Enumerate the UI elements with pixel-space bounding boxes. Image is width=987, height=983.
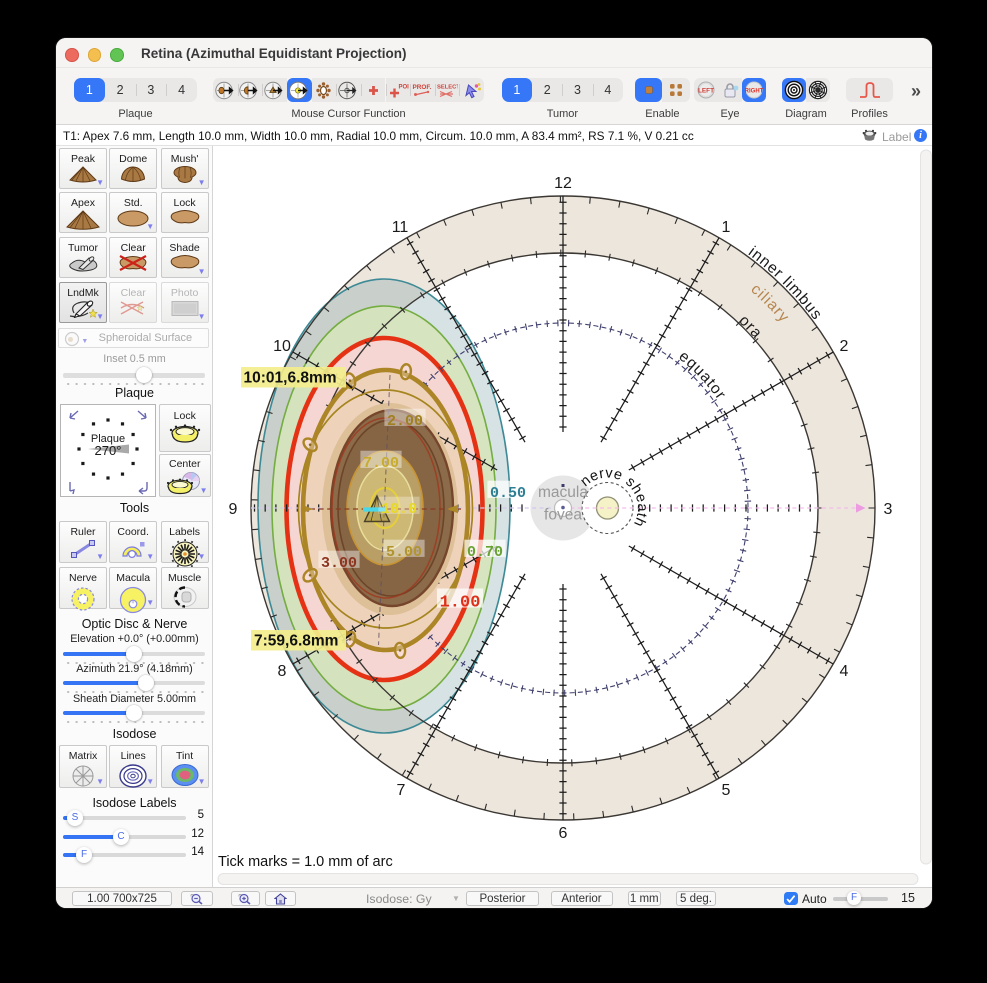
- svg-text:7.00: 7.00: [363, 455, 399, 472]
- svg-text:7:59,6.8mm: 7:59,6.8mm: [254, 633, 338, 650]
- svg-text:11: 11: [392, 219, 409, 236]
- svg-text:1: 1: [722, 219, 731, 236]
- svg-text:0.70: 0.70: [467, 544, 503, 561]
- svg-text:5.00: 5.00: [386, 544, 422, 561]
- svg-text:LEFT: LEFT: [698, 88, 714, 95]
- svg-text:10:01,6.8mm: 10:01,6.8mm: [244, 370, 337, 387]
- svg-text:4: 4: [840, 663, 849, 680]
- svg-text:2: 2: [840, 338, 849, 355]
- svg-text:3: 3: [884, 501, 893, 518]
- svg-text:RIGHT: RIGHT: [745, 89, 764, 95]
- svg-text:PROF.: PROF.: [413, 84, 432, 91]
- svg-text:Tick marks = 1.0 mm of arc: Tick marks = 1.0 mm of arc: [218, 854, 393, 870]
- svg-text:SELECT: SELECT: [437, 84, 458, 90]
- svg-text:7: 7: [397, 782, 406, 799]
- svg-text:8: 8: [278, 663, 287, 680]
- svg-text:10: 10: [273, 338, 291, 355]
- svg-text:5: 5: [722, 782, 731, 799]
- svg-text:3.00: 3.00: [321, 555, 357, 572]
- svg-text:2.00: 2.00: [387, 413, 423, 430]
- svg-text:0.50: 0.50: [490, 485, 526, 502]
- svg-text:12: 12: [554, 175, 572, 192]
- svg-text:POI: POI: [398, 84, 409, 90]
- svg-text:macula: macula: [538, 484, 588, 501]
- svg-text:equator: equator: [675, 348, 729, 404]
- svg-text:fovea: fovea: [544, 507, 582, 524]
- svg-text:270°: 270°: [95, 443, 122, 458]
- svg-text:10.0: 10.0: [381, 501, 417, 518]
- svg-text:1.00: 1.00: [440, 593, 481, 612]
- svg-text:9: 9: [229, 501, 238, 518]
- svg-text:6: 6: [559, 825, 568, 842]
